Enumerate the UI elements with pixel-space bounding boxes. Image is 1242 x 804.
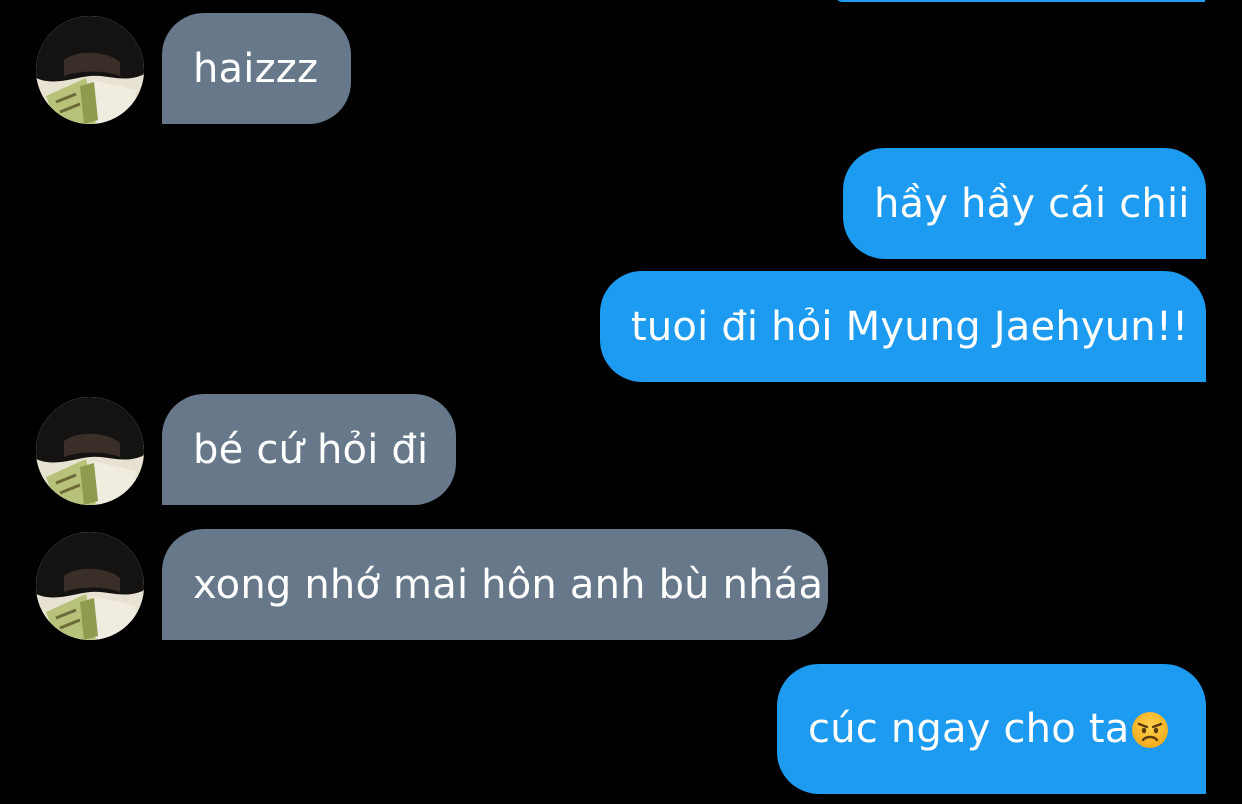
message-text: bé cứ hỏi đi <box>193 426 429 473</box>
message-text: hầy hầy cái chii <box>874 180 1190 227</box>
contact-avatar[interactable] <box>36 532 144 640</box>
message-bubble-outgoing[interactable]: tuoi đi hỏi Myung Jaehyun!! <box>600 271 1206 382</box>
message-thread: haizzz hầy hầy cái chii tuoi đi hỏi Myun… <box>0 0 1242 804</box>
message-bubble-incoming[interactable]: bé cứ hỏi đi <box>162 394 456 505</box>
message-text: cúc ngay cho ta <box>808 706 1130 752</box>
message-bubble-incoming[interactable]: haizzz <box>162 13 351 124</box>
angry-face-emoji-icon <box>1132 712 1169 748</box>
previous-outgoing-bubble-edge <box>833 0 1205 2</box>
message-bubble-outgoing[interactable]: cúc ngay cho ta <box>777 664 1206 794</box>
message-text: xong nhớ mai hôn anh bù nháa <box>193 561 824 608</box>
contact-avatar[interactable] <box>36 397 144 505</box>
message-bubble-incoming[interactable]: xong nhớ mai hôn anh bù nháa <box>162 529 828 640</box>
avatar-photo-icon <box>36 532 144 640</box>
message-text: tuoi đi hỏi Myung Jaehyun!! <box>631 303 1189 350</box>
avatar-photo-icon <box>36 16 144 124</box>
avatar-photo-icon <box>36 397 144 505</box>
message-bubble-outgoing[interactable]: hầy hầy cái chii <box>843 148 1206 259</box>
message-text: haizzz <box>193 45 319 92</box>
contact-avatar[interactable] <box>36 16 144 124</box>
